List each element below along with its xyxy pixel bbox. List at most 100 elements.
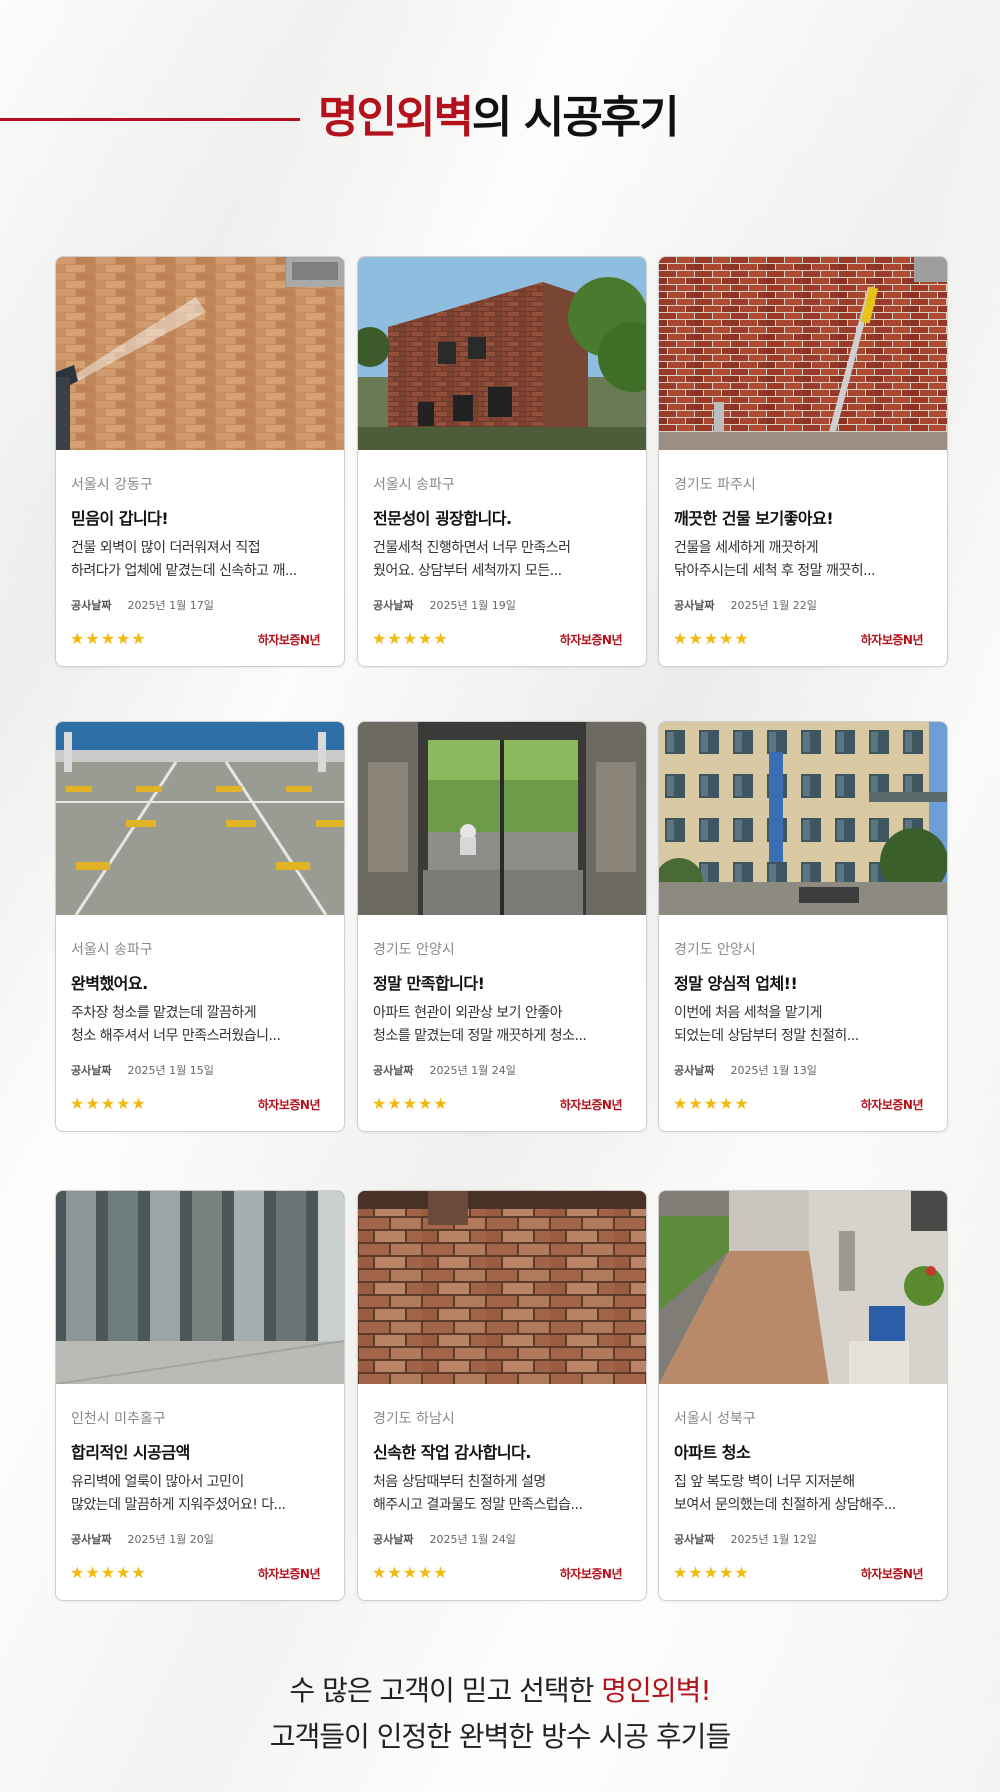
footer-tagline: 수 많은 고객이 믿고 선택한 명인외벽! 고객들이 인정한 완벽한 방수 시공… bbox=[0, 1668, 1000, 1760]
title-rest: 의 시공후기 bbox=[471, 92, 680, 143]
star-rating: ★★★★★ bbox=[673, 1563, 750, 1582]
header-accent-line bbox=[0, 118, 300, 121]
review-photo-parking-garage bbox=[56, 722, 344, 915]
review-photo-apartment-corridor bbox=[659, 1191, 947, 1384]
warranty-badge: 하자보증N년 bbox=[860, 1098, 924, 1112]
review-photo-brick-wall-cleaning-pole bbox=[659, 257, 947, 450]
review-date-row: 공사날짜 2025년 1월 13일 bbox=[674, 1062, 817, 1078]
footer-line-2: 고객들이 인정한 완벽한 방수 시공 후기들 bbox=[269, 1720, 731, 1753]
review-body-line: 건물세척 진행하면서 너무 만족스러 bbox=[373, 540, 571, 556]
review-date-row: 공사날짜 2025년 1월 19일 bbox=[373, 597, 516, 613]
review-card[interactable]: 경기도 하남시 신속한 작업 감사합니다. 처음 상담때부터 친절하게 설명해주… bbox=[357, 1190, 647, 1601]
review-title: 신속한 작업 감사합니다. bbox=[373, 1443, 531, 1462]
review-body-line: 보여서 문의했는데 친절하게 상담해주... bbox=[674, 1497, 896, 1513]
warranty-badge: 하자보증N년 bbox=[559, 633, 623, 647]
warranty-badge: 하자보증N년 bbox=[860, 633, 924, 647]
warranty-badge: 하자보증N년 bbox=[257, 1098, 321, 1112]
review-photo-brick-power-wash bbox=[56, 257, 344, 450]
review-card[interactable]: 서울시 강동구 믿음이 갑니다! 건물 외벽이 많이 더러워져서 직접 하려다가 … bbox=[55, 256, 345, 667]
warranty-badge: 하자보증N년 bbox=[257, 1567, 321, 1581]
review-card[interactable]: 경기도 안양시 정말 양심적 업체!! 이번에 처음 세척을 맡기게 되었는데 상… bbox=[658, 721, 948, 1132]
review-title: 정말 양심적 업체!! bbox=[674, 974, 798, 993]
review-body-line: 청소를 맡겼는데 정말 깨끗하게 청소... bbox=[373, 1028, 587, 1044]
review-title: 전문성이 굉장합니다. bbox=[373, 509, 512, 528]
review-date: 2025년 1월 13일 bbox=[730, 1064, 817, 1077]
page-title: 명인외벽의 시공후기 bbox=[318, 88, 680, 148]
star-rating: ★★★★★ bbox=[673, 1094, 750, 1113]
review-body-line: 건물 외벽이 많이 더러워져서 직접 bbox=[71, 540, 261, 556]
review-region: 경기도 안양시 bbox=[674, 942, 756, 958]
review-date: 2025년 1월 17일 bbox=[127, 599, 214, 612]
review-date: 2025년 1월 19일 bbox=[429, 599, 516, 612]
star-rating: ★★★★★ bbox=[70, 1094, 147, 1113]
review-body: 유리벽에 얼룩이 많아서 고민이 많았는데 말끔하게 지워주셨어요! 다... bbox=[71, 1471, 333, 1517]
review-body: 처음 상담때부터 친절하게 설명해주시고 결과물도 정말 만족스럽습... bbox=[373, 1471, 635, 1517]
review-body-line: 아파트 현관이 외관상 보기 안좋아 bbox=[373, 1005, 563, 1021]
review-card[interactable]: 경기도 파주시 깨끗한 건물 보기좋아요! 건물을 세세하게 깨끗하게 닦아주시는… bbox=[658, 256, 948, 667]
date-label: 공사날짜 bbox=[674, 1533, 715, 1546]
review-body-line: 해주시고 결과물도 정말 만족스럽습... bbox=[373, 1497, 583, 1513]
review-card[interactable]: 인천시 미추홀구 합리적인 시공금액 유리벽에 얼룩이 많아서 고민이 많았는데 … bbox=[55, 1190, 345, 1601]
star-rating: ★★★★★ bbox=[673, 629, 750, 648]
review-card[interactable]: 서울시 송파구 완벽했어요. 주차장 청소를 맡겼는데 깔끔하게 청소 해주셔서 … bbox=[55, 721, 345, 1132]
review-date: 2025년 1월 24일 bbox=[429, 1064, 516, 1077]
date-label: 공사날짜 bbox=[71, 1064, 112, 1077]
warranty-badge: 하자보증N년 bbox=[860, 1567, 924, 1581]
review-date: 2025년 1월 22일 bbox=[730, 599, 817, 612]
review-photo-old-brick-wall bbox=[358, 1191, 646, 1384]
date-label: 공사날짜 bbox=[71, 599, 112, 612]
review-card[interactable]: 서울시 송파구 전문성이 굉장합니다. 건물세척 진행하면서 너무 만족스러웠어… bbox=[357, 256, 647, 667]
star-rating: ★★★★★ bbox=[372, 1563, 449, 1582]
review-title: 정말 만족합니다! bbox=[373, 974, 485, 993]
section-header: 명인외벽의 시공후기 bbox=[0, 88, 1000, 148]
review-date: 2025년 1월 20일 bbox=[127, 1533, 214, 1546]
warranty-badge: 하자보증N년 bbox=[559, 1567, 623, 1581]
review-body: 아파트 현관이 외관상 보기 안좋아청소를 맡겼는데 정말 깨끗하게 청소... bbox=[373, 1002, 635, 1048]
review-body: 이번에 처음 세척을 맡기게 되었는데 상담부터 정말 친절히... bbox=[674, 1002, 936, 1048]
review-date-row: 공사날짜 2025년 1월 12일 bbox=[674, 1531, 817, 1547]
date-label: 공사날짜 bbox=[373, 1064, 414, 1077]
review-title: 완벽했어요. bbox=[71, 974, 148, 993]
warranty-badge: 하자보증N년 bbox=[257, 633, 321, 647]
star-rating: ★★★★★ bbox=[70, 629, 147, 648]
footer-line-1: 수 많은 고객이 믿고 선택한 명인외벽! bbox=[0, 1668, 1000, 1714]
date-label: 공사날짜 bbox=[373, 599, 414, 612]
review-body: 건물 외벽이 많이 더러워져서 직접 하려다가 업체에 맡겼는데 신속하고 깨..… bbox=[71, 537, 333, 583]
review-region: 서울시 송파구 bbox=[373, 477, 455, 493]
date-label: 공사날짜 bbox=[674, 599, 715, 612]
review-body-line: 웠어요. 상담부터 세척까지 모든... bbox=[373, 563, 562, 579]
date-label: 공사날짜 bbox=[674, 1064, 715, 1077]
review-photo-institutional-building bbox=[659, 722, 947, 915]
review-photo-apartment-entrance bbox=[358, 722, 646, 915]
review-card[interactable]: 서울시 성북구 아파트 청소 집 앞 복도랑 벽이 너무 지저분해보여서 문의했… bbox=[658, 1190, 948, 1601]
review-date-row: 공사날짜 2025년 1월 15일 bbox=[71, 1062, 214, 1078]
review-date: 2025년 1월 12일 bbox=[730, 1533, 817, 1546]
review-photo-brick-building-exterior bbox=[358, 257, 646, 450]
review-photo-glass-facade bbox=[56, 1191, 344, 1384]
review-region: 경기도 하남시 bbox=[373, 1411, 455, 1427]
review-body-line: 유리벽에 얼룩이 많아서 고민이 bbox=[71, 1474, 244, 1490]
review-title: 아파트 청소 bbox=[674, 1443, 751, 1462]
footer-line-1-text: 수 많은 고객이 믿고 선택한 bbox=[289, 1674, 602, 1707]
review-body: 건물을 세세하게 깨끗하게 닦아주시는데 세척 후 정말 깨끗히... bbox=[674, 537, 936, 583]
title-brand: 명인외벽 bbox=[318, 92, 474, 143]
review-date-row: 공사날짜 2025년 1월 24일 bbox=[373, 1062, 516, 1078]
review-body-line: 건물을 세세하게 깨끗하게 bbox=[674, 540, 819, 556]
review-region: 서울시 성북구 bbox=[674, 1411, 756, 1427]
review-card[interactable]: 경기도 안양시 정말 만족합니다! 아파트 현관이 외관상 보기 안좋아청소를 … bbox=[357, 721, 647, 1132]
review-date: 2025년 1월 15일 bbox=[127, 1064, 214, 1077]
review-date-row: 공사날짜 2025년 1월 24일 bbox=[373, 1531, 516, 1547]
review-title: 합리적인 시공금액 bbox=[71, 1443, 190, 1462]
star-rating: ★★★★★ bbox=[372, 1094, 449, 1113]
review-body-line: 처음 상담때부터 친절하게 설명 bbox=[373, 1474, 546, 1490]
footer-brand: 명인외벽! bbox=[601, 1674, 711, 1707]
review-body-line: 이번에 처음 세척을 맡기게 bbox=[674, 1005, 823, 1021]
review-title: 믿음이 갑니다! bbox=[71, 509, 169, 528]
star-rating: ★★★★★ bbox=[70, 1563, 147, 1582]
review-region: 인천시 미추홀구 bbox=[71, 1411, 166, 1427]
review-region: 경기도 안양시 bbox=[373, 942, 455, 958]
review-region: 서울시 강동구 bbox=[71, 477, 153, 493]
warranty-badge: 하자보증N년 bbox=[559, 1098, 623, 1112]
date-label: 공사날짜 bbox=[71, 1533, 112, 1546]
review-body-line: 집 앞 복도랑 벽이 너무 지저분해 bbox=[674, 1474, 855, 1490]
